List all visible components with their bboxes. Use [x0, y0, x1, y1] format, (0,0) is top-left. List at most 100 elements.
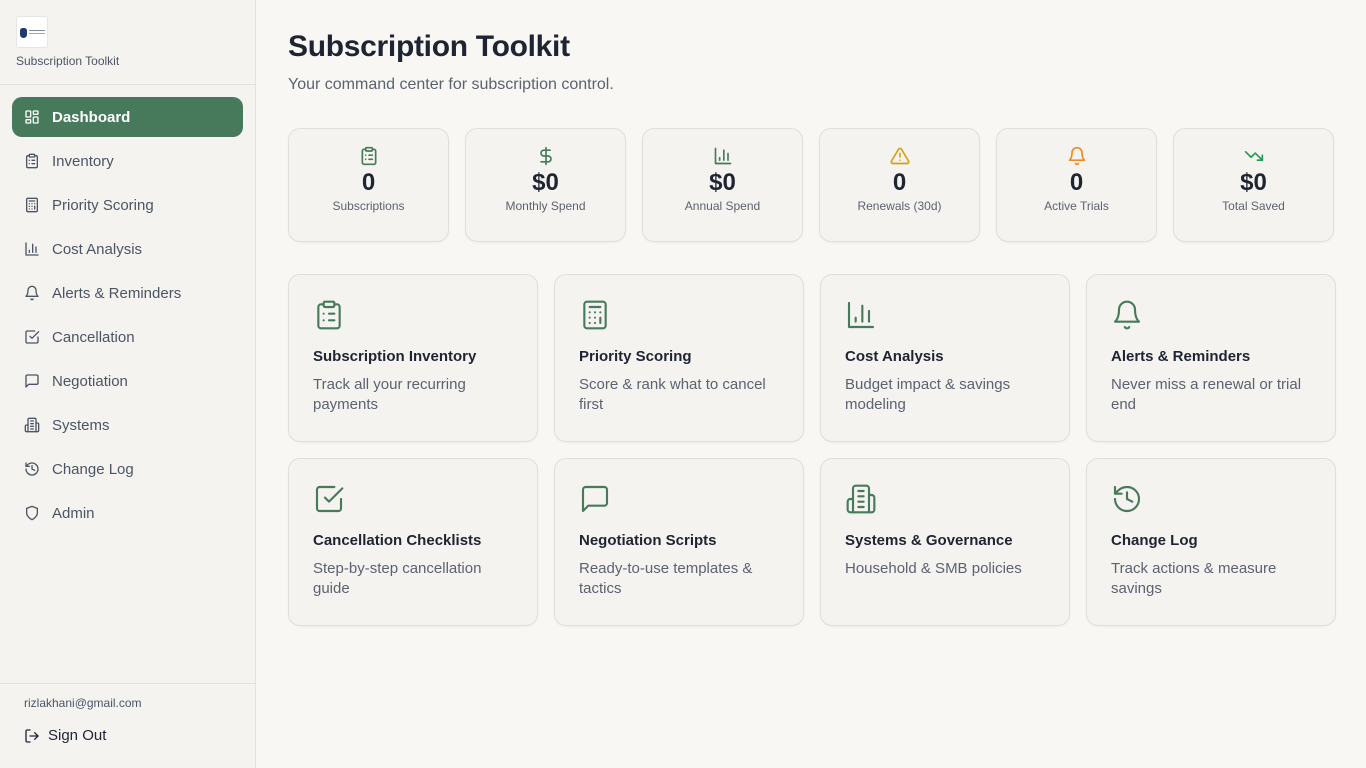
card-title: Negotiation Scripts — [579, 532, 717, 549]
log-out-icon — [25, 728, 39, 743]
card-cost-analysis[interactable]: Cost Analysis Budget impact & savings mo… — [820, 274, 1070, 442]
page-subtitle: Your command center for subscription con… — [288, 76, 614, 93]
bell-icon — [1113, 300, 1141, 330]
stat-card-active-trials: 0 Active Trials — [996, 128, 1157, 242]
sidebar: Subscription Toolkit Dashboard Inventory… — [0, 0, 256, 768]
card-title: Cost Analysis — [845, 348, 944, 365]
stat-value: $0 — [532, 169, 559, 196]
card-description: Budget impact & savings modeling — [845, 376, 1011, 413]
stat-card-renewals: 0 Renewals (30d) — [819, 128, 980, 242]
sidebar-item-label: Priority Scoring — [52, 196, 154, 214]
sidebar-item-priority-scoring[interactable]: Priority Scoring — [12, 185, 243, 225]
stat-label: Monthly Spend — [505, 199, 586, 213]
stat-card-total-saved: $0 Total Saved — [1173, 128, 1334, 242]
sidebar-item-label: Alerts & Reminders — [52, 284, 182, 302]
stats-row: 0 Subscriptions $0 Monthly Spend $0 Annu… — [288, 128, 1334, 242]
sidebar-item-label: Cost Analysis — [52, 240, 143, 258]
sidebar-item-admin[interactable]: Admin — [12, 493, 243, 533]
message-icon — [581, 485, 609, 513]
bell-icon — [25, 285, 39, 301]
card-negotiation-scripts[interactable]: Negotiation Scripts Ready-to-use templat… — [554, 458, 804, 626]
trending-down-icon — [1244, 151, 1263, 161]
dashboard-icon — [25, 110, 39, 124]
card-alerts-reminders[interactable]: Alerts & Reminders Never miss a renewal … — [1086, 274, 1336, 442]
check-square-icon — [315, 485, 344, 513]
sidebar-item-alerts-reminders[interactable]: Alerts & Reminders — [12, 273, 243, 313]
stat-value: 0 — [892, 169, 907, 196]
stat-label: Active Trials — [1044, 199, 1109, 213]
sidebar-item-label: Negotiation — [52, 372, 128, 390]
stat-label: Total Saved — [1222, 199, 1285, 213]
stat-value: $0 — [709, 169, 736, 196]
sidebar-item-negotiation[interactable]: Negotiation — [12, 361, 243, 401]
stat-card-subscriptions: 0 Subscriptions — [288, 128, 449, 242]
brand-logo[interactable] — [16, 16, 48, 48]
stat-value: 0 — [361, 169, 376, 196]
message-icon — [25, 374, 39, 388]
card-title: Alerts & Reminders — [1111, 348, 1251, 365]
sidebar-item-label: Systems — [52, 416, 110, 434]
card-description: Track actions & measure savings — [1111, 560, 1277, 597]
card-description: Step-by-step cancellation guide — [313, 560, 482, 597]
card-title: Systems & Governance — [845, 532, 1013, 549]
card-description: Score & rank what to cancel first — [579, 376, 766, 413]
sign-out-label: Sign Out — [48, 727, 107, 744]
sign-out-button[interactable]: Sign Out — [24, 727, 231, 744]
sidebar-item-inventory[interactable]: Inventory — [12, 141, 243, 181]
sidebar-item-label: Cancellation — [52, 328, 135, 346]
building-icon — [846, 484, 876, 514]
brand: Subscription Toolkit — [0, 0, 255, 85]
stat-value: $0 — [1240, 169, 1267, 196]
card-subscription-inventory[interactable]: Subscription Inventory Track all your re… — [288, 274, 538, 442]
card-title: Priority Scoring — [579, 348, 692, 365]
sidebar-item-label: Change Log — [52, 460, 134, 478]
bar-chart-icon — [714, 147, 731, 165]
stat-label: Renewals (30d) — [857, 199, 942, 213]
card-description: Never miss a renewal or trial end — [1111, 376, 1302, 413]
page-title: Subscription Toolkit — [288, 30, 570, 63]
sidebar-item-change-log[interactable]: Change Log — [12, 449, 243, 489]
stat-label: Subscriptions — [332, 199, 405, 213]
card-title: Change Log — [1111, 532, 1198, 549]
sidebar-item-label: Inventory — [52, 152, 114, 170]
sidebar-item-dashboard[interactable]: Dashboard — [12, 97, 243, 137]
building-icon — [24, 417, 40, 433]
card-description: Track all your recurring payments — [313, 376, 466, 413]
card-change-log[interactable]: Change Log Track actions & measure savin… — [1086, 458, 1336, 626]
check-square-icon — [25, 330, 40, 344]
warning-icon — [889, 147, 910, 165]
stat-card-annual-spend: $0 Annual Spend — [642, 128, 803, 242]
history-icon — [1113, 485, 1141, 513]
clipboard-icon — [317, 300, 341, 330]
bar-chart-icon — [25, 242, 39, 256]
sidebar-nav: Dashboard Inventory Priority Scoring Cos… — [0, 85, 255, 533]
calculator-icon — [26, 197, 38, 213]
shield-icon — [26, 505, 38, 521]
card-title: Subscription Inventory — [313, 348, 477, 365]
history-icon — [25, 462, 39, 476]
bar-chart-icon — [847, 301, 875, 329]
sidebar-footer: rizlakhani@gmail.com Sign Out — [0, 683, 255, 768]
sidebar-item-label: Dashboard — [52, 108, 131, 126]
feature-cards: Subscription Inventory Track all your re… — [288, 274, 1336, 626]
card-title: Cancellation Checklists — [313, 532, 482, 549]
sidebar-item-cost-analysis[interactable]: Cost Analysis — [12, 229, 243, 269]
user-email: rizlakhani@gmail.com — [24, 696, 142, 710]
card-description: Ready-to-use templates & tactics — [579, 560, 753, 597]
clipboard-icon — [361, 146, 376, 166]
sidebar-item-cancellation[interactable]: Cancellation — [12, 317, 243, 357]
card-cancellation-checklists[interactable]: Cancellation Checklists Step-by-step can… — [288, 458, 538, 626]
card-description: Household & SMB policies — [845, 560, 1022, 577]
main-content: Subscription Toolkit Your command center… — [288, 30, 1336, 626]
sidebar-item-systems[interactable]: Systems — [12, 405, 243, 445]
dollar-icon — [539, 146, 552, 166]
card-systems-governance[interactable]: Systems & Governance Household & SMB pol… — [820, 458, 1070, 626]
stat-value: 0 — [1069, 169, 1084, 196]
calculator-icon — [583, 300, 607, 330]
clipboard-icon — [26, 153, 38, 169]
bell-icon — [1068, 146, 1085, 166]
card-priority-scoring[interactable]: Priority Scoring Score & rank what to ca… — [554, 274, 804, 442]
stat-card-monthly-spend: $0 Monthly Spend — [465, 128, 626, 242]
stat-label: Annual Spend — [684, 199, 761, 213]
sidebar-item-label: Admin — [52, 504, 95, 522]
